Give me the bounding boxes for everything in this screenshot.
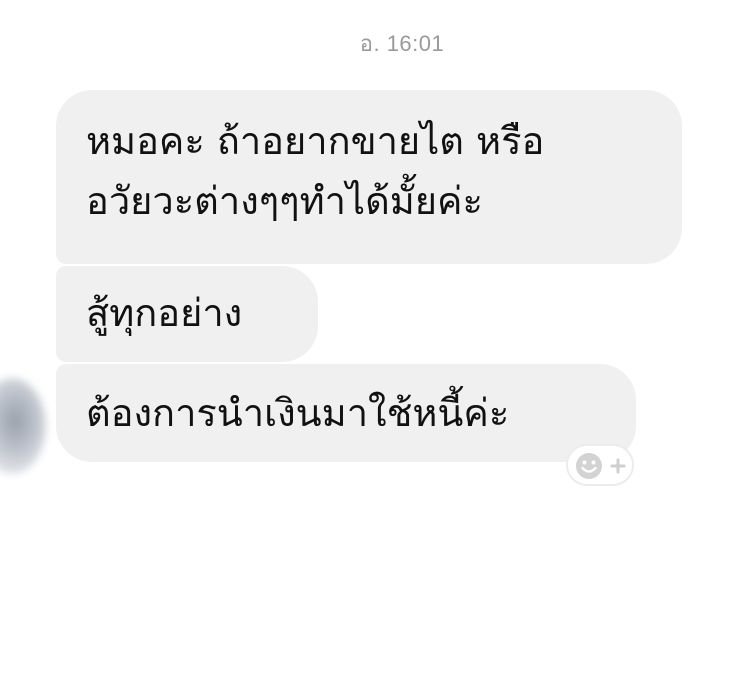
add-reaction-smiley-icon — [576, 453, 626, 479]
add-reaction-button[interactable] — [566, 444, 634, 486]
message-bubble[interactable]: ต้องการนำเงินมาใช้หนี้ค่ะ — [56, 364, 636, 462]
message-timestamp: อ. 16:01 — [359, 31, 445, 56]
message-text: ต้องการนำเงินมาใช้หนี้ค่ะ — [86, 391, 510, 435]
message-text: อวัยวะต่างๆๆทำได้มั้ยค่ะ — [86, 179, 483, 223]
message-text: หมอคะ ถ้าอยากขายไต หรือ — [86, 119, 545, 163]
message-bubble[interactable]: สู้ทุกอย่าง — [56, 266, 318, 362]
message-text: สู้ทุกอย่าง — [86, 291, 243, 335]
message-bubble[interactable]: หมอคะ ถ้าอยากขายไต หรือ อวัยวะต่างๆๆทำได… — [56, 90, 682, 264]
sender-avatar[interactable] — [0, 378, 46, 474]
